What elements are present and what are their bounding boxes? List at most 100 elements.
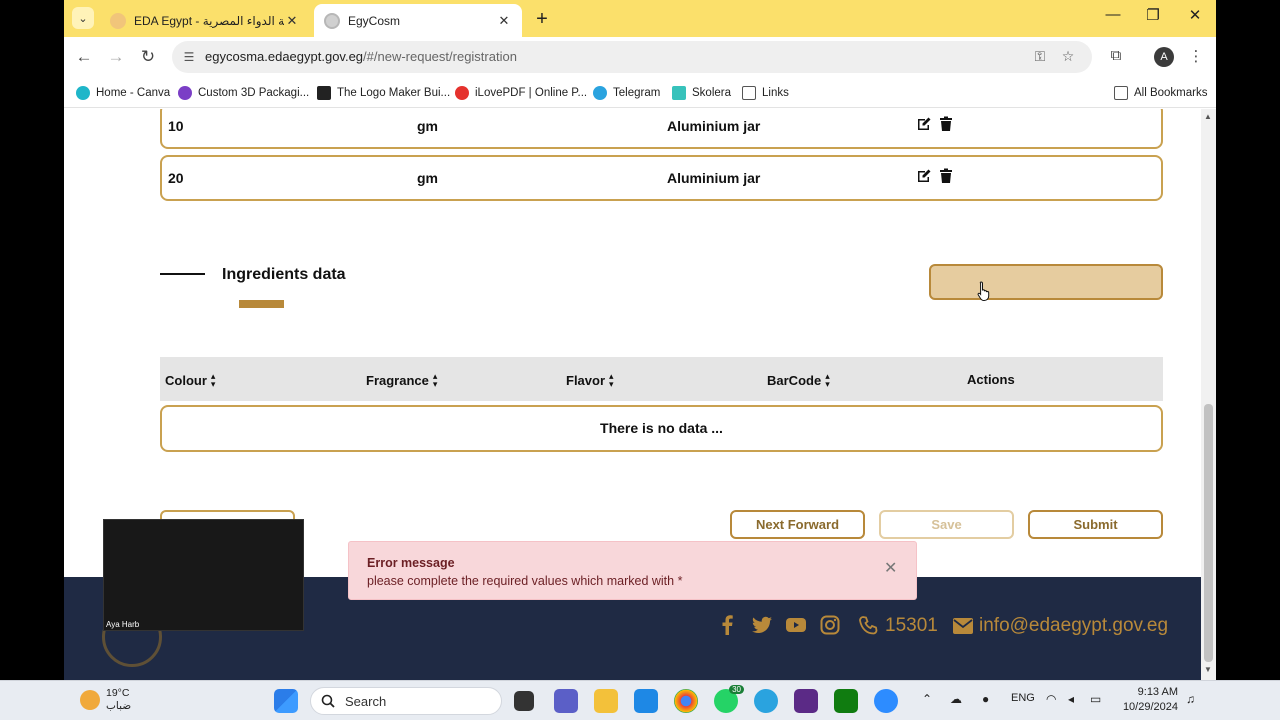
sort-icon[interactable]: ▴ ▾ — [609, 372, 614, 389]
bookmark-star-icon[interactable]: ☆ — [1058, 48, 1078, 65]
volume-cell: 10 — [168, 118, 184, 134]
bookmark-skolera[interactable]: Skolera — [672, 83, 731, 103]
task-view-icon[interactable] — [514, 691, 534, 711]
menu-icon[interactable]: ⋮ — [1185, 47, 1207, 65]
page-scrollbar[interactable]: ▲ ▼ — [1201, 109, 1216, 680]
column-header-flavor[interactable]: Flavor ▴ ▾ — [566, 372, 614, 389]
telegram-icon — [593, 86, 607, 100]
minimize-button[interactable]: — — [1098, 6, 1128, 23]
ingredients-table-header: Colour ▴ ▾ Fragrance ▴ ▾ Flavor ▴ ▾ BarCode ▴ ▾ … — [160, 357, 1163, 401]
video-overlay[interactable]: Aya Harb — [103, 519, 304, 631]
file-explorer-icon[interactable] — [594, 689, 618, 713]
social-links — [718, 615, 840, 635]
twitter-icon[interactable] — [752, 615, 772, 635]
bookmarks-bar: Home - Canva Custom 3D Packagi... The Lo… — [64, 77, 1216, 108]
bookmark-canva[interactable]: Home - Canva — [76, 83, 170, 103]
tab-eda-egypt[interactable]: EDA Egypt - هيئة الدواء المصرية ✕ — [100, 4, 310, 37]
weather-widget[interactable]: 19°C ضباب — [80, 687, 131, 713]
empty-table-message: There is no data ... — [160, 405, 1163, 452]
back-button[interactable]: ← — [72, 45, 96, 69]
trash-icon[interactable] — [938, 168, 954, 184]
whatsapp-icon[interactable]: 30 — [714, 685, 744, 713]
start-icon[interactable] — [274, 689, 298, 713]
youtube-icon[interactable] — [786, 615, 806, 635]
folder-icon — [1114, 86, 1128, 100]
key-icon[interactable]: ⚿ — [1030, 48, 1050, 65]
sort-icon[interactable]: ▴ ▾ — [433, 372, 438, 389]
notification-bell-icon[interactable]: ♫ — [1186, 692, 1195, 706]
extensions-icon[interactable]: ⧉ — [1105, 47, 1127, 64]
next-forward-button[interactable]: Next Forward — [730, 510, 865, 539]
scroll-up-icon[interactable]: ▲ — [1204, 112, 1212, 121]
egycosm-favicon-icon — [324, 12, 340, 29]
section-divider — [160, 273, 205, 275]
teams-icon[interactable] — [554, 689, 578, 713]
column-header-actions: Actions — [967, 372, 1015, 387]
scroll-down-icon[interactable]: ▼ — [1204, 665, 1212, 674]
search-icon — [321, 694, 335, 708]
bookmark-logo-maker[interactable]: The Logo Maker Bui... — [317, 83, 450, 103]
container-cell: Aluminium jar — [667, 170, 761, 186]
wifi-icon[interactable]: ◠ — [1046, 692, 1056, 706]
column-header-barcode[interactable]: BarCode ▴ ▾ — [767, 372, 830, 389]
bookmark-links[interactable]: Links — [742, 83, 789, 103]
save-button[interactable]: Save — [879, 510, 1014, 539]
column-header-colour[interactable]: Colour ▴ ▾ — [165, 372, 216, 389]
sort-icon[interactable]: ▴ ▾ — [211, 372, 216, 389]
close-icon[interactable]: ✕ — [884, 558, 897, 578]
column-header-fragrance[interactable]: Fragrance ▴ ▾ — [366, 372, 438, 389]
bookmark-telegram[interactable]: Telegram — [593, 83, 660, 103]
close-icon[interactable]: ✕ — [496, 13, 512, 29]
scrollbar-thumb[interactable] — [1204, 404, 1213, 662]
forward-button[interactable]: → — [104, 45, 128, 69]
tab-egycosm[interactable]: EgyCosm ✕ — [314, 4, 522, 37]
packaging-row: 20 gm Aluminium jar — [160, 155, 1163, 201]
footer-phone[interactable]: 15301 — [859, 615, 938, 637]
phone-icon — [859, 616, 878, 635]
instagram-icon[interactable] — [820, 615, 840, 635]
footer-email[interactable]: info@edaegypt.gov.eg — [953, 615, 1168, 637]
profile-avatar[interactable]: A — [1154, 47, 1174, 67]
language-indicator[interactable]: ENG — [1011, 692, 1035, 704]
edit-icon[interactable] — [916, 116, 932, 132]
bookmark-packaging[interactable]: Custom 3D Packagi... — [178, 83, 309, 103]
ilovepdf-icon — [455, 86, 469, 100]
store-icon[interactable] — [634, 689, 658, 713]
section-title: Ingredients data — [222, 266, 346, 283]
weather-icon — [80, 690, 100, 710]
reload-button[interactable]: ↻ — [136, 45, 160, 69]
tab-strip: ⌄ EDA Egypt - هيئة الدواء المصرية ✕ EgyC… — [64, 0, 1216, 37]
restore-button[interactable]: ❐ — [1138, 6, 1168, 24]
facebook-icon[interactable] — [718, 615, 738, 635]
window-close-button[interactable]: ✕ — [1180, 6, 1210, 24]
volume-icon[interactable]: ◂ — [1068, 692, 1074, 706]
chrome-icon[interactable] — [674, 689, 698, 713]
taskbar-search[interactable]: Search — [310, 687, 502, 715]
telegram-icon[interactable] — [754, 689, 778, 713]
address-bar[interactable]: ☰ egycosma.edaegypt.gov.eg/#/new-request… — [172, 41, 1092, 73]
toast-message: please complete the required values whic… — [367, 574, 683, 588]
packaging-row: 10 gm Aluminium jar — [160, 109, 1163, 149]
app-icon[interactable] — [794, 689, 818, 713]
submit-button[interactable]: Submit — [1028, 510, 1163, 539]
microphone-icon[interactable]: ● — [982, 692, 989, 706]
clock[interactable]: 9:13 AM 10/29/2024 — [1118, 685, 1178, 715]
chevron-up-icon[interactable]: ⌃ — [922, 692, 932, 706]
page-content: 10 gm Aluminium jar 20 gm Aluminium jar … — [64, 109, 1201, 680]
battery-icon[interactable]: ▭ — [1090, 692, 1101, 706]
all-bookmarks[interactable]: All Bookmarks — [1114, 83, 1208, 103]
xbox-icon[interactable] — [834, 689, 858, 713]
toast-title: Error message — [367, 556, 455, 570]
zoom-icon[interactable] — [874, 689, 898, 713]
add-ingredient-button[interactable] — [929, 264, 1163, 300]
sort-icon[interactable]: ▴ ▾ — [825, 372, 830, 389]
new-tab-button[interactable]: + — [532, 8, 552, 31]
bookmark-ilovepdf[interactable]: iLovePDF | Online P... — [455, 83, 587, 103]
edit-icon[interactable] — [916, 168, 932, 184]
tab-search-button[interactable]: ⌄ — [72, 7, 94, 29]
close-icon[interactable]: ✕ — [284, 13, 300, 29]
trash-icon[interactable] — [938, 116, 954, 132]
cloud-icon[interactable]: ☁ — [950, 692, 962, 706]
taskbar: 19°C ضباب Search 30 ⌃ ☁ ● ENG ◠ ◂ ▭ 9:13 … — [0, 680, 1280, 720]
site-info-icon[interactable]: ☰ — [180, 48, 198, 66]
